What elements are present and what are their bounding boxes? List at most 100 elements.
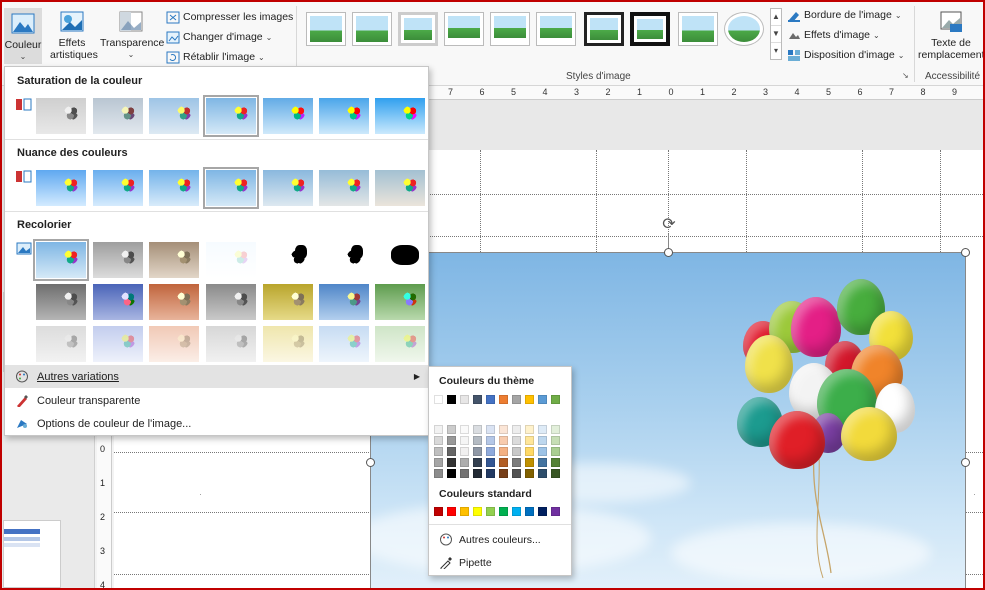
theme-color-shade[interactable] [551,425,560,434]
theme-color-swatch[interactable] [512,395,521,404]
theme-color-shade[interactable] [434,458,443,467]
color-variant-swatch[interactable] [375,98,425,134]
color-variant-swatch[interactable] [36,284,86,320]
resize-handle[interactable] [664,248,673,257]
theme-color-shade[interactable] [525,425,534,434]
standard-color-swatch[interactable] [473,507,482,516]
color-variant-swatch[interactable] [375,170,425,206]
theme-color-shade[interactable] [460,447,469,456]
theme-color-swatch[interactable] [460,395,469,404]
changer-image-button[interactable]: Changer d'image ⌄ [166,28,272,46]
theme-color-shade[interactable] [538,447,547,456]
theme-color-shade[interactable] [525,469,534,478]
style-thumb[interactable] [444,12,484,46]
color-variant-swatch[interactable] [149,326,199,362]
style-thumb[interactable] [678,12,718,46]
options-couleur-item[interactable]: Options de couleur de l'image... [5,412,428,435]
theme-color-shade[interactable] [499,458,508,467]
theme-color-shade[interactable] [551,447,560,456]
theme-color-swatch[interactable] [447,395,456,404]
theme-color-shade[interactable] [460,425,469,434]
standard-color-swatch[interactable] [460,507,469,516]
theme-color-shade[interactable] [473,436,482,445]
resize-handle[interactable] [961,248,970,257]
color-variant-swatch[interactable] [319,170,369,206]
style-thumb[interactable] [536,12,576,46]
color-variant-swatch[interactable] [319,98,369,134]
color-variant-swatch[interactable] [263,326,313,362]
theme-color-shade[interactable] [525,436,534,445]
chevron-down-icon[interactable]: ▼ [771,26,781,43]
style-thumb[interactable] [630,12,670,46]
theme-color-shade[interactable] [499,469,508,478]
theme-color-shade[interactable] [512,447,521,456]
gallery-scroll[interactable]: ▲ ▼ ▾ [770,8,782,60]
color-variant-swatch[interactable] [93,326,143,362]
theme-color-shade[interactable] [434,436,443,445]
theme-color-shade[interactable] [486,458,495,467]
theme-color-shade[interactable] [499,436,508,445]
texte-remplacement-button[interactable]: Texte de remplacement [918,10,985,61]
theme-color-swatch[interactable] [473,395,482,404]
standard-color-swatch[interactable] [551,507,560,516]
theme-color-shade[interactable] [551,469,560,478]
color-variant-swatch[interactable] [36,98,86,134]
color-variant-swatch[interactable] [36,326,86,362]
theme-color-shade[interactable] [486,425,495,434]
standard-color-swatch[interactable] [512,507,521,516]
style-thumb[interactable] [306,12,346,46]
color-variant-swatch[interactable] [93,284,143,320]
theme-color-shade[interactable] [434,425,443,434]
theme-color-shade[interactable] [473,469,482,478]
color-variant-swatch[interactable] [263,98,313,134]
theme-color-shade[interactable] [434,469,443,478]
autres-variations-item[interactable]: Autres variations ▶ [5,365,428,388]
color-variant-swatch[interactable] [203,95,259,137]
resize-handle[interactable] [961,458,970,467]
color-variant-swatch[interactable] [206,242,256,278]
color-variant-swatch[interactable] [375,284,425,320]
color-variant-swatch[interactable] [149,284,199,320]
rotate-handle-icon[interactable]: ⟳ [659,215,679,235]
theme-color-shade[interactable] [512,458,521,467]
theme-color-shade[interactable] [447,458,456,467]
compresser-button[interactable]: Compresser les images [166,8,293,26]
theme-color-shade[interactable] [538,425,547,434]
couleur-transparente-item[interactable]: Couleur transparente [5,389,428,412]
color-variant-swatch[interactable] [206,326,256,362]
theme-color-shade[interactable] [460,436,469,445]
resize-handle[interactable] [366,458,375,467]
color-variant-swatch[interactable] [33,239,89,281]
theme-color-shade[interactable] [512,425,521,434]
theme-color-shade[interactable] [538,436,547,445]
retablir-image-button[interactable]: Rétablir l'image ⌄ [166,48,265,66]
standard-color-swatch[interactable] [499,507,508,516]
theme-color-shade[interactable] [486,447,495,456]
style-thumb[interactable] [584,12,624,46]
chevron-up-icon[interactable]: ▲ [771,9,781,26]
color-variant-swatch[interactable] [93,242,143,278]
standard-color-swatch[interactable] [486,507,495,516]
color-variant-swatch[interactable] [263,170,313,206]
color-variant-swatch[interactable] [149,98,199,134]
style-thumb[interactable] [724,12,764,46]
theme-color-swatch[interactable] [551,395,560,404]
theme-color-shade[interactable] [499,425,508,434]
theme-color-shade[interactable] [538,469,547,478]
color-variant-swatch[interactable] [206,284,256,320]
color-variant-swatch[interactable] [263,284,313,320]
effets-artistiques-button[interactable]: Effets artistiques ⌄ [50,10,98,74]
couleur-button[interactable]: Couleur ⌄ [4,8,42,64]
autres-couleurs-item[interactable]: Autres couleurs... [439,533,541,546]
dialog-launcher-icon[interactable]: ↘ [902,71,909,80]
theme-color-shade[interactable] [460,469,469,478]
theme-color-shade[interactable] [551,458,560,467]
theme-color-shade[interactable] [434,447,443,456]
color-variant-swatch[interactable] [319,326,369,362]
theme-color-shade[interactable] [473,425,482,434]
style-thumb[interactable] [490,12,530,46]
theme-color-shade[interactable] [447,469,456,478]
color-variant-swatch[interactable] [93,170,143,206]
theme-color-swatch[interactable] [434,395,443,404]
standard-color-swatch[interactable] [447,507,456,516]
